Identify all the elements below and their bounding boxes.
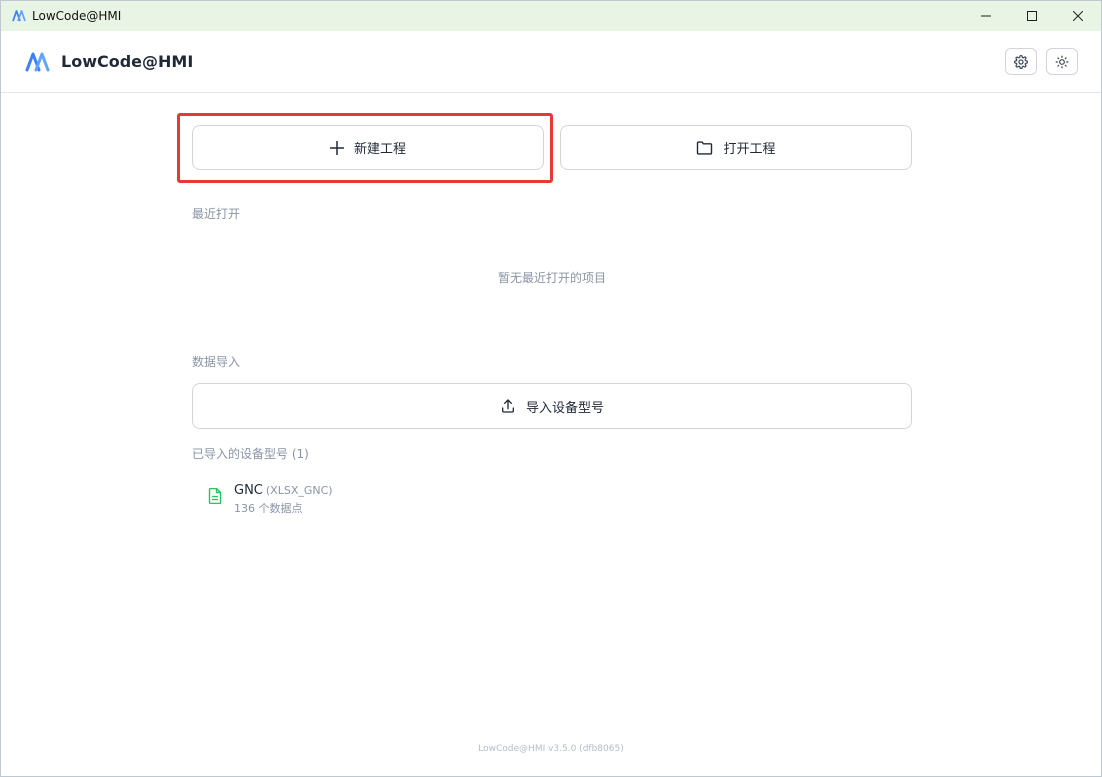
- project-actions: 新建工程 打开工程: [192, 125, 912, 170]
- gear-icon: [1014, 54, 1028, 69]
- recent-section-label: 最近打开: [192, 207, 241, 221]
- maximize-icon: [1027, 11, 1037, 21]
- window-title: LowCode@HMI: [32, 9, 122, 23]
- brand-logo-icon: [25, 51, 51, 73]
- list-item[interactable]: GNC (XLSX_GNC) 136 个数据点: [208, 479, 333, 516]
- main-content: 新建工程 打开工程 最近打开 暂无最近打开的项目 数据导入 导入设备型号 已导入…: [177, 113, 912, 515]
- app-header: LowCode@HMI: [1, 31, 1101, 93]
- settings-button[interactable]: [1005, 48, 1037, 75]
- header-actions: [1005, 48, 1078, 75]
- device-name: GNC: [234, 483, 263, 498]
- sun-icon: [1055, 55, 1069, 68]
- minimize-icon: [981, 15, 991, 17]
- theme-toggle-button[interactable]: [1046, 48, 1078, 75]
- maximize-button[interactable]: [1009, 1, 1055, 31]
- close-icon: [1073, 11, 1083, 21]
- device-points: 136 个数据点: [234, 502, 303, 515]
- device-code: (XLSX_GNC): [265, 484, 333, 497]
- file-icon: [208, 488, 222, 504]
- plus-icon: [329, 140, 344, 155]
- import-device-label: 导入设备型号: [525, 400, 604, 416]
- title-bar: LowCode@HMI: [1, 1, 1101, 31]
- app-logo-icon: [12, 9, 26, 23]
- folder-icon: [697, 140, 713, 155]
- upload-icon: [501, 399, 514, 413]
- close-button[interactable]: [1055, 1, 1101, 31]
- recent-empty-message: 暂无最近打开的项目: [497, 271, 606, 285]
- open-project-button[interactable]: 打开工程: [560, 125, 912, 170]
- open-project-label: 打开工程: [723, 142, 776, 157]
- window-controls: [963, 1, 1101, 31]
- version-footer: LowCode@HMI v3.5.0 (dfb8065): [478, 744, 624, 754]
- new-project-label: 新建工程: [353, 142, 406, 157]
- minimize-button[interactable]: [963, 1, 1009, 31]
- import-section-label: 数据导入: [192, 355, 241, 369]
- device-info: GNC (XLSX_GNC) 136 个数据点: [234, 479, 333, 516]
- import-device-button[interactable]: 导入设备型号: [192, 383, 912, 429]
- app-window: LowCode@HMI LowCode@HMI 新建工程 打开工程 最近打开 暂…: [0, 0, 1102, 777]
- brand-name: LowCode@HMI: [61, 52, 194, 71]
- imported-devices-label: 已导入的设备型号 (1): [192, 447, 309, 461]
- new-project-button[interactable]: 新建工程: [192, 125, 544, 170]
